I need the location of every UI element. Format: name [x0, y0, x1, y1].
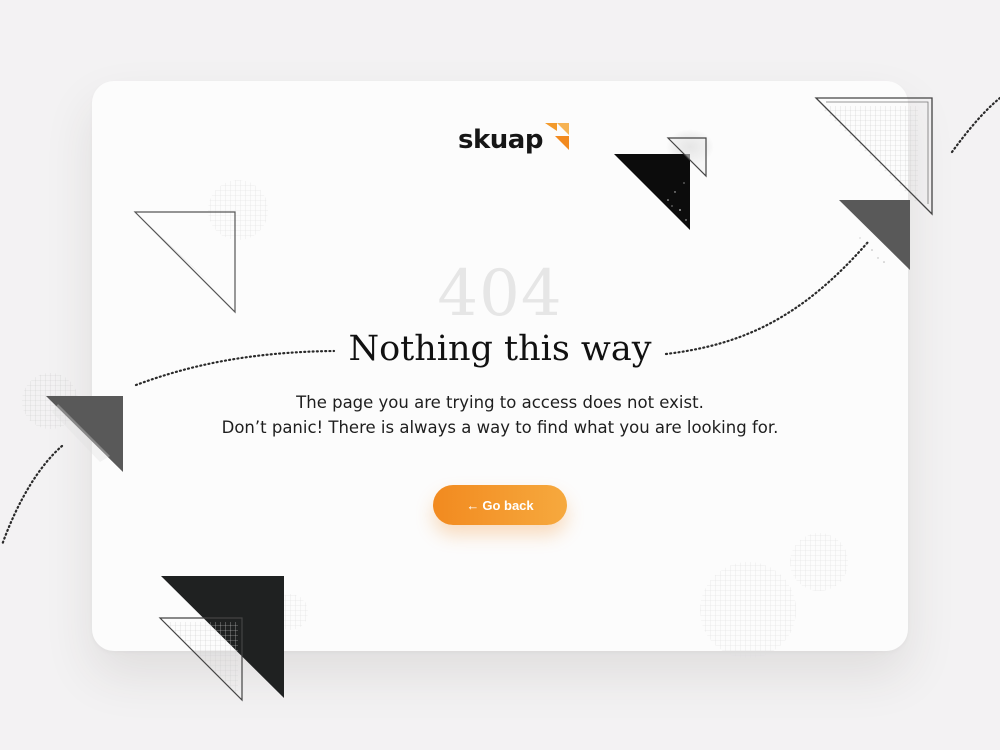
dotted-path-bottom-left [0, 444, 64, 547]
brand-logo[interactable]: skuap [458, 120, 569, 160]
page-title: Nothing this way [0, 322, 1000, 376]
error-code: 404 [437, 257, 563, 331]
description-line: The page you are trying to access does n… [296, 393, 704, 412]
dotted-path-top-right [950, 96, 1000, 154]
page: skuap 404 Nothing this way The page you … [0, 0, 1000, 750]
arrow-left-icon: ← [466, 498, 480, 513]
description-line: Don’t panic! There is always a way to fi… [221, 418, 779, 437]
go-back-button[interactable]: ← Go back [433, 485, 567, 525]
brand-name: skuap [458, 125, 543, 155]
error-description: The page you are trying to access does n… [0, 390, 1000, 440]
page-title-text: Nothing this way [340, 329, 660, 369]
brand-mark-icon [544, 123, 569, 150]
go-back-label: Go back [482, 498, 534, 513]
